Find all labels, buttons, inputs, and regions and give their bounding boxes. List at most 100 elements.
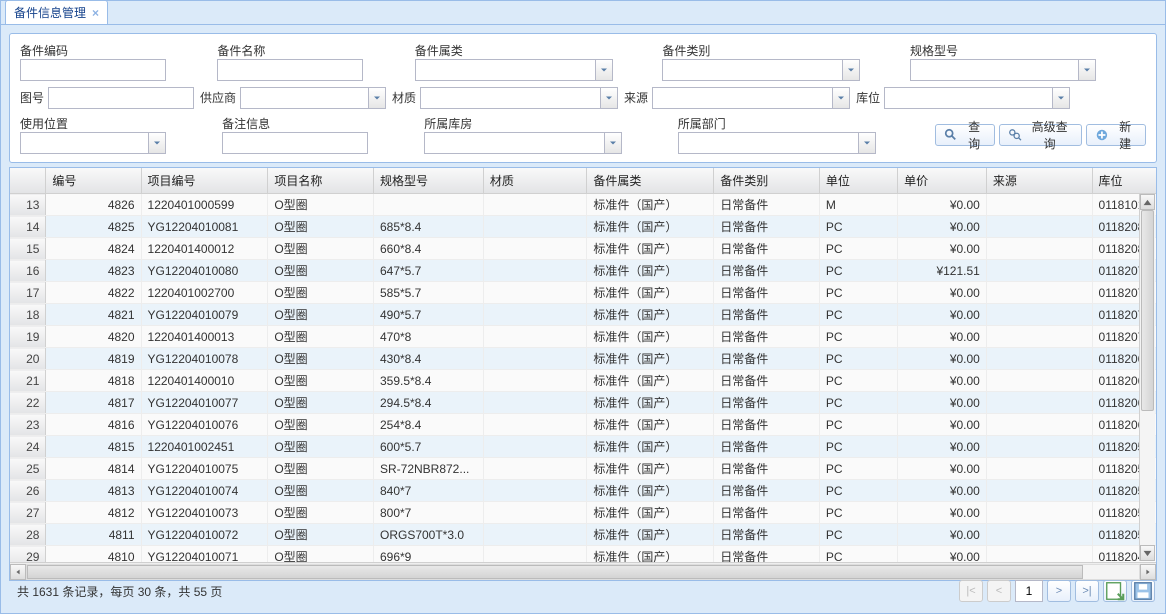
cell: 647*5.7 bbox=[373, 260, 483, 282]
table-row[interactable]: 1548241220401400012O型圈660*8.4标准件（国产）日常备件… bbox=[10, 238, 1156, 260]
filter-label-row1-2: 备件属类 bbox=[415, 44, 467, 58]
combo-trigger-icon[interactable] bbox=[858, 132, 876, 154]
cell: 日常备件 bbox=[714, 458, 820, 480]
combo-trigger-icon[interactable] bbox=[368, 87, 386, 109]
table-row[interactable]: 204819YG12204010078O型圈430*8.4标准件（国产）日常备件… bbox=[10, 348, 1156, 370]
filter-combo-row3-3[interactable] bbox=[678, 132, 858, 154]
grid-scroll[interactable]: 编号项目编号项目名称规格型号材质备件属类备件类别单位单价来源库位值 134826… bbox=[10, 168, 1156, 562]
scroll-up-icon[interactable] bbox=[1140, 194, 1155, 210]
cell: 标准件（国产） bbox=[587, 436, 714, 458]
cell: ¥0.00 bbox=[898, 326, 987, 348]
table-row[interactable]: 294810YG12204010071O型圈696*9标准件（国产）日常备件PC… bbox=[10, 546, 1156, 563]
filter-combo-row1-3[interactable] bbox=[662, 59, 842, 81]
row-number: 19 bbox=[10, 326, 46, 348]
tab-close-icon[interactable]: × bbox=[92, 6, 99, 20]
filter-combo-row2-1[interactable] bbox=[240, 87, 368, 109]
cell: O型圈 bbox=[268, 502, 374, 524]
table-row[interactable]: 274812YG12204010073O型圈800*7标准件（国产）日常备件PC… bbox=[10, 502, 1156, 524]
filter-combo-row3-0[interactable] bbox=[20, 132, 148, 154]
combo-trigger-icon[interactable] bbox=[1078, 59, 1096, 81]
cell: O型圈 bbox=[268, 414, 374, 436]
cell bbox=[483, 326, 587, 348]
cell bbox=[986, 348, 1092, 370]
cell bbox=[986, 282, 1092, 304]
combo-trigger-icon[interactable] bbox=[148, 132, 166, 154]
table-row[interactable]: 254814YG12204010075O型圈SR-72NBR872...标准件（… bbox=[10, 458, 1156, 480]
filter-combo-row1-2[interactable] bbox=[415, 59, 595, 81]
table-row[interactable]: 184821YG12204010079O型圈490*5.7标准件（国产）日常备件… bbox=[10, 304, 1156, 326]
filter-input-row1-1[interactable] bbox=[217, 59, 363, 81]
col-header[interactable]: 材质 bbox=[483, 168, 587, 194]
col-header[interactable]: 备件类别 bbox=[714, 168, 820, 194]
table-row[interactable]: 2448151220401002451O型圈600*5.7标准件（国产）日常备件… bbox=[10, 436, 1156, 458]
combo-trigger-icon[interactable] bbox=[600, 87, 618, 109]
filter-input-row1-0[interactable] bbox=[20, 59, 166, 81]
export-excel-icon[interactable] bbox=[1103, 580, 1127, 602]
table-row[interactable]: 1948201220401400013O型圈470*8标准件（国产）日常备件PC… bbox=[10, 326, 1156, 348]
table-row[interactable]: 1748221220401002700O型圈585*5.7标准件（国产）日常备件… bbox=[10, 282, 1156, 304]
table-row[interactable]: 264813YG12204010074O型圈840*7标准件（国产）日常备件PC… bbox=[10, 480, 1156, 502]
col-header[interactable]: 备件属类 bbox=[587, 168, 714, 194]
tab-active[interactable]: 备件信息管理 × bbox=[5, 0, 108, 24]
cell: 4821 bbox=[46, 304, 141, 326]
cell: ¥0.00 bbox=[898, 414, 987, 436]
filter-combo-row3-2[interactable] bbox=[424, 132, 604, 154]
page-number-input[interactable] bbox=[1015, 580, 1043, 602]
cell: PC bbox=[819, 370, 897, 392]
cell: 标准件（国产） bbox=[587, 392, 714, 414]
advanced-search-button[interactable]: 高级查询 bbox=[999, 124, 1082, 146]
filter-label-row2-3: 来源 bbox=[624, 91, 652, 105]
filter-combo-row2-4[interactable] bbox=[884, 87, 1052, 109]
cell: 1220401002700 bbox=[141, 282, 268, 304]
page-next-button[interactable]: > bbox=[1047, 580, 1071, 602]
search-button[interactable]: 查询 bbox=[935, 124, 995, 146]
pager: |< < > >| bbox=[959, 580, 1155, 602]
scroll-down-icon[interactable] bbox=[1140, 545, 1155, 561]
table-row[interactable]: 224817YG12204010077O型圈294.5*8.4标准件（国产）日常… bbox=[10, 392, 1156, 414]
col-header[interactable]: 单位 bbox=[819, 168, 897, 194]
filter-input-row2-0[interactable] bbox=[48, 87, 194, 109]
filter-combo-row1-4[interactable] bbox=[910, 59, 1078, 81]
col-header[interactable]: 规格型号 bbox=[373, 168, 483, 194]
table-row[interactable]: 144825YG12204010081O型圈685*8.4标准件（国产）日常备件… bbox=[10, 216, 1156, 238]
page-prev-button[interactable]: < bbox=[987, 580, 1011, 602]
table-row[interactable]: 234816YG12204010076O型圈254*8.4标准件（国产）日常备件… bbox=[10, 414, 1156, 436]
filter-combo-row2-3[interactable] bbox=[652, 87, 832, 109]
record-summary: 共 1631 条记录，每页 30 条，共 55 页 bbox=[11, 583, 222, 600]
col-header[interactable]: 项目名称 bbox=[268, 168, 374, 194]
col-header[interactable]: 编号 bbox=[46, 168, 141, 194]
page-first-button[interactable]: |< bbox=[959, 580, 983, 602]
cell bbox=[986, 480, 1092, 502]
combo-trigger-icon[interactable] bbox=[604, 132, 622, 154]
combo-trigger-icon[interactable] bbox=[595, 59, 613, 81]
table-row[interactable]: 164823YG12204010080O型圈647*5.7标准件（国产）日常备件… bbox=[10, 260, 1156, 282]
cell: 日常备件 bbox=[714, 524, 820, 546]
col-header[interactable]: 单价 bbox=[898, 168, 987, 194]
vscroll-thumb[interactable] bbox=[1141, 210, 1154, 411]
table-row[interactable]: 1348261220401000599O型圈标准件（国产）日常备件M¥0.000… bbox=[10, 194, 1156, 216]
tab-bar: 备件信息管理 × bbox=[1, 1, 1165, 25]
cell: 日常备件 bbox=[714, 392, 820, 414]
cell: 日常备件 bbox=[714, 348, 820, 370]
row-number: 28 bbox=[10, 524, 46, 546]
cell bbox=[986, 436, 1092, 458]
combo-trigger-icon[interactable] bbox=[842, 59, 860, 81]
col-header[interactable]: 来源 bbox=[986, 168, 1092, 194]
filter-combo-row2-2[interactable] bbox=[420, 87, 600, 109]
cell: YG12204010077 bbox=[141, 392, 268, 414]
filter-input-row3-1[interactable] bbox=[222, 132, 368, 154]
col-header[interactable]: 项目编号 bbox=[141, 168, 268, 194]
table-row[interactable]: 284811YG12204010072O型圈ORGS700T*3.0标准件（国产… bbox=[10, 524, 1156, 546]
cell: 标准件（国产） bbox=[587, 282, 714, 304]
cell: ¥0.00 bbox=[898, 238, 987, 260]
vertical-scrollbar[interactable] bbox=[1139, 194, 1155, 561]
new-button[interactable]: 新建 bbox=[1086, 124, 1146, 146]
save-layout-icon[interactable] bbox=[1131, 580, 1155, 602]
col-header[interactable]: 库位 bbox=[1092, 168, 1156, 194]
vscroll-track[interactable] bbox=[1140, 210, 1155, 545]
page-last-button[interactable]: >| bbox=[1075, 580, 1099, 602]
filter-label-row3-0: 使用位置 bbox=[20, 117, 72, 131]
combo-trigger-icon[interactable] bbox=[832, 87, 850, 109]
combo-trigger-icon[interactable] bbox=[1052, 87, 1070, 109]
table-row[interactable]: 2148181220401400010O型圈359.5*8.4标准件（国产）日常… bbox=[10, 370, 1156, 392]
